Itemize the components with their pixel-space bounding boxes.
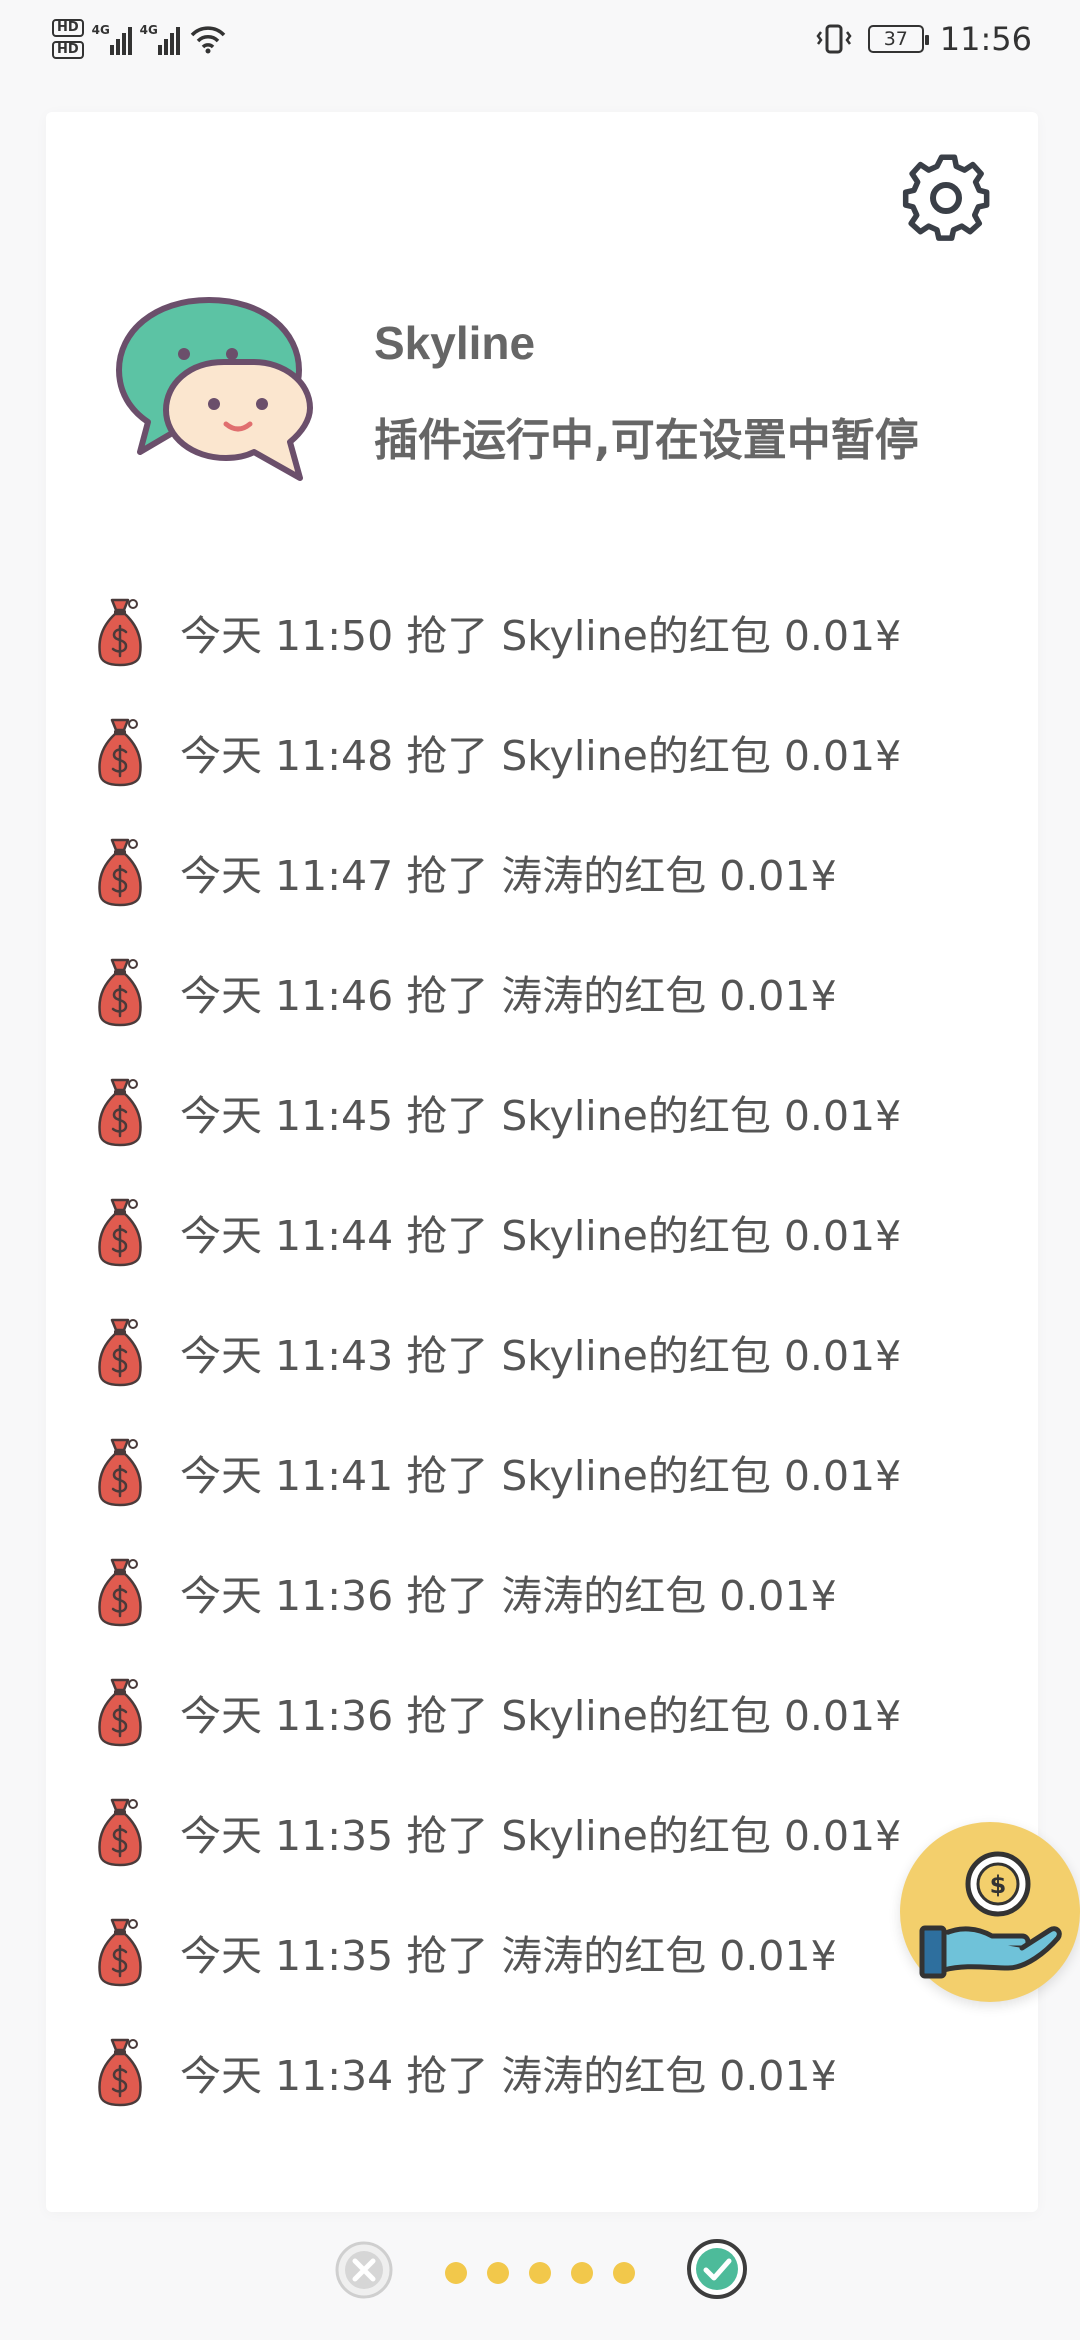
record-text: 今天 11:43 抢了 Skyline的红包 0.01¥ bbox=[180, 1332, 902, 1380]
coin-hand-icon: $ bbox=[919, 1851, 1062, 1979]
record-text: 今天 11:44 抢了 Skyline的红包 0.01¥ bbox=[180, 1212, 902, 1260]
bottom-pager bbox=[0, 2230, 1080, 2310]
list-item: 今天 11:35 抢了 Skyline的红包 0.01¥ bbox=[96, 1772, 956, 1892]
record-text: 今天 11:46 抢了 涛涛的红包 0.01¥ bbox=[180, 972, 837, 1020]
record-text: 今天 11:35 抢了 涛涛的红包 0.01¥ bbox=[180, 1932, 837, 1980]
record-text: 今天 11:34 抢了 涛涛的红包 0.01¥ bbox=[180, 2052, 837, 2100]
money-bag-icon bbox=[96, 596, 144, 668]
page-title: Skyline bbox=[374, 317, 536, 369]
list-item bbox=[96, 2132, 956, 2144]
status-right: 37 11:56 bbox=[816, 14, 1032, 64]
list-item: 今天 11:36 抢了 Skyline的红包 0.01¥ bbox=[96, 1652, 956, 1772]
close-circle-icon[interactable] bbox=[334, 2240, 394, 2300]
list-item: 今天 11:36 抢了 涛涛的红包 0.01¥ bbox=[96, 1532, 956, 1652]
hd-indicators: HD HD bbox=[52, 19, 84, 59]
page-dot[interactable] bbox=[529, 2262, 551, 2284]
record-text: 今天 11:41 抢了 Skyline的红包 0.01¥ bbox=[180, 1452, 902, 1500]
record-text: 今天 11:48 抢了 Skyline的红包 0.01¥ bbox=[180, 732, 902, 780]
wifi-icon bbox=[190, 26, 225, 54]
page-dot[interactable] bbox=[613, 2262, 635, 2284]
page-dot[interactable] bbox=[571, 2262, 593, 2284]
list-item: 今天 11:34 抢了 涛涛的红包 0.01¥ bbox=[96, 2012, 956, 2132]
record-list[interactable]: 今天 11:50 抢了 Skyline的红包 0.01¥ 今天 11:48 抢了… bbox=[96, 572, 956, 2144]
vibrate-icon bbox=[816, 24, 852, 54]
record-text: 今天 11:36 抢了 涛涛的红包 0.01¥ bbox=[180, 1572, 837, 1620]
money-bag-icon bbox=[96, 836, 144, 908]
money-bag-icon bbox=[96, 956, 144, 1028]
list-item: 今天 11:50 抢了 Skyline的红包 0.01¥ bbox=[96, 572, 956, 692]
list-item: 今天 11:46 抢了 涛涛的红包 0.01¥ bbox=[96, 932, 956, 1052]
hd-badge: HD bbox=[52, 41, 84, 59]
money-bag-icon bbox=[96, 1316, 144, 1388]
money-bag-icon bbox=[96, 1076, 144, 1148]
status-bar: HD HD 4G 4G 37 11:56 bbox=[0, 0, 1080, 80]
money-bag-icon bbox=[96, 1916, 144, 1988]
list-item: 今天 11:35 抢了 涛涛的红包 0.01¥ bbox=[96, 1892, 956, 2012]
page-dot[interactable] bbox=[445, 2262, 467, 2284]
money-bag-icon bbox=[96, 1676, 144, 1748]
hd-badge: HD bbox=[52, 19, 84, 37]
clock: 11:56 bbox=[939, 20, 1032, 58]
network-type: 4G bbox=[139, 23, 158, 37]
money-bag-icon bbox=[96, 1196, 144, 1268]
record-text: 今天 11:47 抢了 涛涛的红包 0.01¥ bbox=[180, 852, 837, 900]
check-circle-icon[interactable] bbox=[686, 2238, 748, 2300]
money-bag-icon bbox=[96, 716, 144, 788]
record-text: 今天 11:36 抢了 Skyline的红包 0.01¥ bbox=[180, 1692, 902, 1740]
gear-icon[interactable] bbox=[896, 148, 996, 248]
record-text: 今天 11:50 抢了 Skyline的红包 0.01¥ bbox=[180, 612, 902, 660]
signal-icon: 4G bbox=[92, 23, 132, 55]
network-type: 4G bbox=[91, 23, 110, 37]
money-bag-icon bbox=[96, 1556, 144, 1628]
list-item: 今天 11:43 抢了 Skyline的红包 0.01¥ bbox=[96, 1292, 956, 1412]
money-bag-icon bbox=[96, 2036, 144, 2108]
list-item: 今天 11:45 抢了 Skyline的红包 0.01¥ bbox=[96, 1052, 956, 1172]
chat-bubbles-icon bbox=[116, 297, 313, 481]
list-item: 今天 11:48 抢了 Skyline的红包 0.01¥ bbox=[96, 692, 956, 812]
page-subtitle: 插件运行中,可在设置中暂停 bbox=[374, 415, 919, 466]
page-dot[interactable] bbox=[487, 2262, 509, 2284]
list-item: 今天 11:44 抢了 Skyline的红包 0.01¥ bbox=[96, 1172, 956, 1292]
red-packet-fab[interactable]: $ bbox=[900, 1822, 1080, 2002]
list-item: 今天 11:41 抢了 Skyline的红包 0.01¥ bbox=[96, 1412, 956, 1532]
money-bag-icon bbox=[96, 1796, 144, 1868]
svg-text:$: $ bbox=[990, 1871, 1007, 1899]
record-text: 今天 11:45 抢了 Skyline的红包 0.01¥ bbox=[180, 1092, 902, 1140]
battery-indicator: 37 bbox=[867, 25, 929, 53]
signal-icon: 4G bbox=[140, 23, 180, 55]
status-left: HD HD 4G 4G bbox=[52, 14, 228, 64]
record-text: 今天 11:35 抢了 Skyline的红包 0.01¥ bbox=[180, 1812, 902, 1860]
list-item: 今天 11:47 抢了 涛涛的红包 0.01¥ bbox=[96, 812, 956, 932]
money-bag-icon bbox=[96, 1436, 144, 1508]
